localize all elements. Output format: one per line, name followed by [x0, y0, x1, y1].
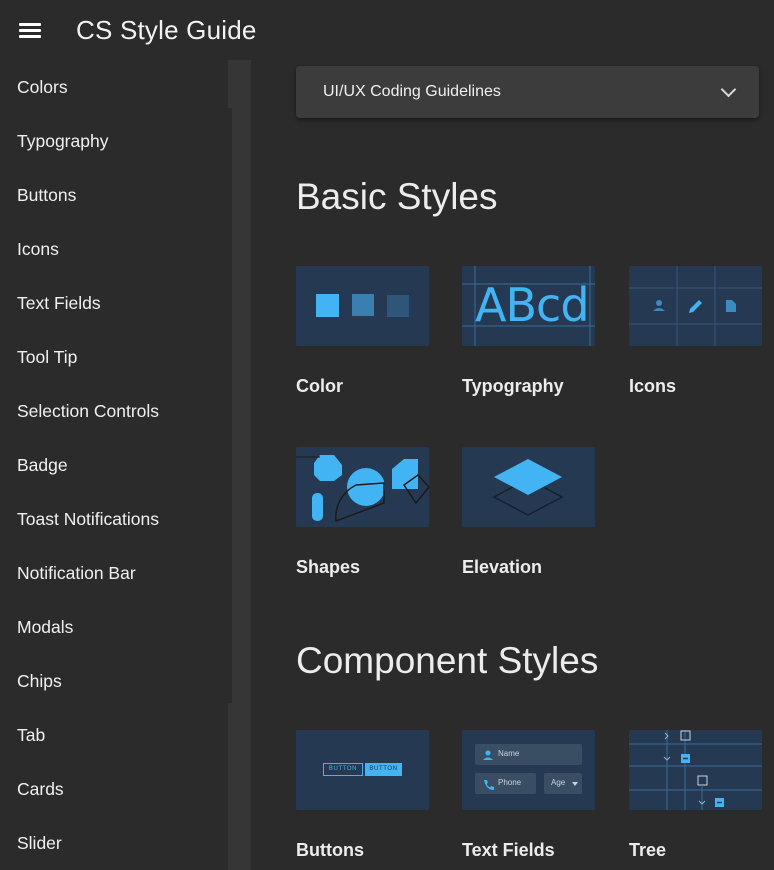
person-icon [483, 750, 493, 760]
card-icons[interactable] [629, 266, 762, 346]
hamburger-icon [19, 22, 41, 38]
sidebar-item-notification-bar[interactable]: Notification Bar [0, 546, 228, 600]
card-text-fields[interactable]: Name Phone Age [462, 730, 595, 810]
card-tree-label: Tree [629, 840, 667, 860]
shapes-icon [296, 455, 429, 523]
sidebar-item-toast-notifications[interactable]: Toast Notifications [0, 492, 228, 546]
phone-icon [484, 780, 494, 790]
sidebar-nav: Colors Typography Buttons Icons Text Fie… [0, 60, 228, 870]
menu-button[interactable] [0, 0, 60, 60]
app-bar: CS Style Guide [0, 0, 774, 60]
sidebar-item-chips[interactable]: Chips [0, 654, 228, 708]
card-elevation[interactable] [462, 447, 595, 527]
person-icon [653, 300, 665, 311]
icons-preview [629, 266, 762, 346]
sidebar-item-typography[interactable]: Typography [0, 114, 228, 168]
sidebar-item-modals[interactable]: Modals [0, 600, 228, 654]
card-typography-label: Typography [462, 376, 564, 396]
typography-sample: ABcd [475, 278, 590, 332]
guidelines-dropdown[interactable]: UI/UX Coding Guidelines [296, 66, 759, 118]
chevron-down-icon [720, 81, 737, 98]
basic-styles-heading: Basic Styles [296, 176, 498, 217]
sidebar-item-slider[interactable]: Slider [0, 816, 228, 870]
scrollbar-thumb[interactable] [228, 108, 232, 703]
sidebar-item-colors[interactable]: Colors [0, 60, 228, 114]
elevation-icon [492, 459, 564, 516]
card-shapes[interactable] [296, 447, 429, 527]
card-shapes-label: Shapes [296, 557, 361, 577]
pencil-icon [689, 300, 702, 313]
card-elevation-label: Elevation [462, 557, 543, 577]
sidebar-item-tool-tip[interactable]: Tool Tip [0, 330, 228, 384]
age-select-preview: Age [544, 773, 582, 794]
main-content: UI/UX Coding Guidelines Basic Styles Col… [251, 60, 774, 870]
tree-icon [629, 730, 762, 810]
sidebar-item-text-fields[interactable]: Text Fields [0, 276, 228, 330]
sidebar-item-cards[interactable]: Cards [0, 762, 228, 816]
app-title: CS Style Guide [76, 14, 257, 45]
name-field-preview: Name [475, 744, 582, 765]
sidebar-item-tab[interactable]: Tab [0, 708, 228, 762]
sidebar-scrollbar[interactable] [228, 60, 251, 870]
sidebar-item-icons[interactable]: Icons [0, 222, 228, 276]
outlined-button-preview: BUTTON [323, 763, 363, 776]
name-field-label: Name [498, 749, 520, 758]
dropdown-label: UI/UX Coding Guidelines [323, 83, 501, 100]
card-typography[interactable]: ABcd [462, 266, 595, 346]
file-icon [726, 300, 736, 312]
card-text-fields-label: Text Fields [462, 840, 555, 860]
caret-down-icon [572, 782, 578, 786]
phone-field-preview: Phone [475, 773, 536, 794]
card-buttons-label: Buttons [296, 840, 364, 860]
card-tree[interactable] [629, 730, 762, 810]
color-swatches-icon [316, 294, 409, 317]
card-icons-label: Icons [629, 376, 677, 396]
card-color-label: Color [296, 376, 343, 396]
age-select-label: Age [551, 778, 566, 787]
card-buttons[interactable]: BUTTON BUTTON [296, 730, 429, 810]
sidebar-item-badge[interactable]: Badge [0, 438, 228, 492]
phone-field-label: Phone [498, 778, 522, 787]
card-color[interactable] [296, 266, 429, 346]
sidebar-item-buttons[interactable]: Buttons [0, 168, 228, 222]
component-styles-heading: Component Styles [296, 640, 599, 681]
sidebar-item-selection-controls[interactable]: Selection Controls [0, 384, 228, 438]
filled-button-preview: BUTTON [365, 763, 402, 776]
